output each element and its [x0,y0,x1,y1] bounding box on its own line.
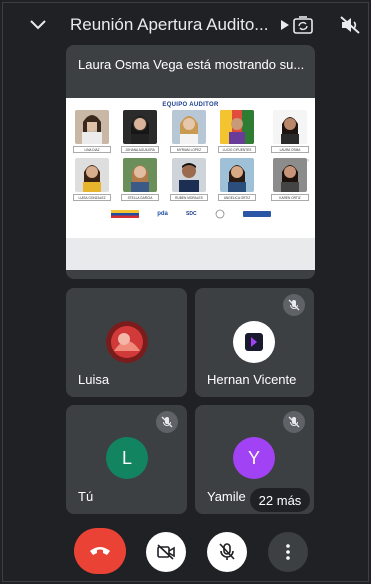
avatar [233,321,275,363]
switch-camera-icon[interactable] [290,13,316,37]
participant-tile-luisa[interactable]: Luisa [66,288,187,397]
avatar: L [106,437,148,479]
mic-off-button[interactable] [207,532,247,572]
participant-name: Luisa [78,372,110,387]
shared-slide: EQUIPO AUDITOR LINA DIAZ JOHANA AGUILERA… [66,98,315,270]
member-card: LUCIO CIFUENTES [218,110,256,153]
phone-hangup-icon [90,547,110,555]
meeting-title: Reunión Apertura Audito... [70,15,269,34]
member-card: LINA DIAZ [73,110,111,153]
meeting-title-button[interactable]: Reunión Apertura Audito... [70,15,290,35]
pda-logo: pda [157,211,168,217]
mic-off-icon [283,294,305,316]
presentation-tile[interactable]: Laura Osma Vega está mostrando su... EQU… [66,45,315,279]
chevron-down-icon[interactable] [24,14,52,36]
more-participants-badge[interactable]: 22 más [250,488,310,512]
member-card: STELLA GARCIA [121,158,159,201]
speaker-off-icon[interactable] [337,13,363,37]
avatar: Y [233,437,275,479]
participant-tile-hernan[interactable]: Hernan Vicente [195,288,314,397]
play-arrow-icon [281,20,290,30]
logos-strip: pda SDC [111,208,271,220]
participant-name: Tú [78,489,94,504]
participant-name: Yamile [207,489,246,504]
more-options-button[interactable] [268,532,308,572]
avatar [106,321,148,363]
bar-logo [242,211,271,217]
camera-off-button[interactable] [146,532,186,572]
mic-off-icon [283,411,305,433]
presenter-label: Laura Osma Vega está mostrando su... [78,57,305,72]
participant-name: Hernan Vicente [207,372,297,387]
member-card: MYRIAM LOPEZ [170,110,208,153]
member-card: ANGELICA ORTIZ [218,158,256,201]
seal-logo [215,209,225,219]
slide-next-icon: › [307,158,309,164]
sdc-logo: SDC [186,211,197,217]
top-bar: Reunión Apertura Audito... [0,0,371,50]
end-call-button[interactable] [74,528,126,574]
member-card: RUBEN MORALES [170,158,208,201]
mic-off-icon [156,411,178,433]
member-card: LUISA GONZALEZ [73,158,111,201]
member-card: JOHANA AGUILERA [121,110,159,153]
more-vert-icon [286,544,290,560]
mic-off-icon [219,543,235,560]
member-card: KAREN ORTIZ [271,158,309,201]
flag-logo [111,210,139,218]
slide-title: EQUIPO AUDITOR [162,102,219,108]
camera-off-icon [157,544,175,560]
member-card: LAURA OSMA [271,110,309,153]
channel-logo [245,333,263,351]
participant-tile-self[interactable]: L Tú [66,405,187,514]
